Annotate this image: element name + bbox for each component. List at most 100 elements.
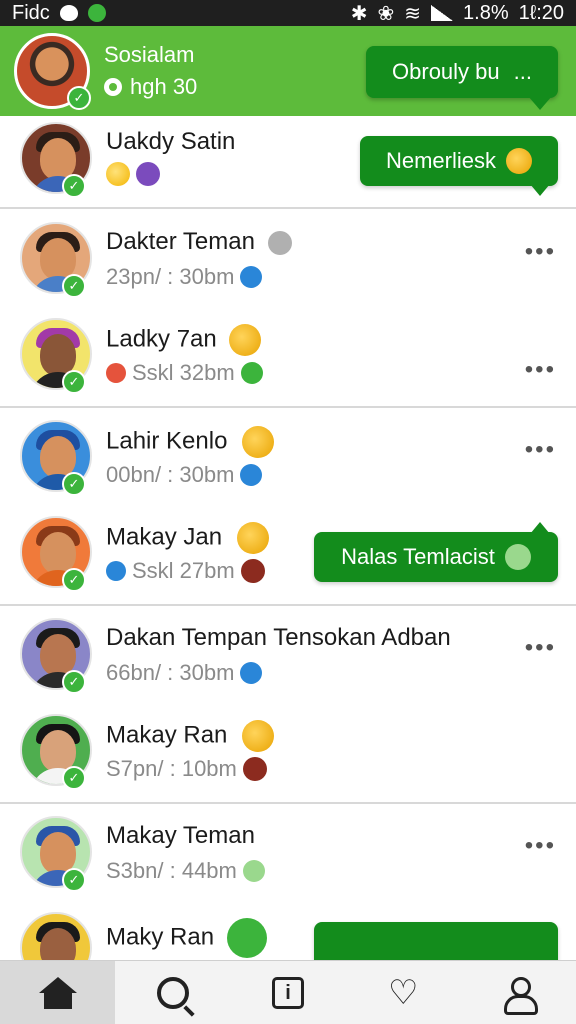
list-item[interactable]: ✓ Makay Jan Sskl 27bm Nalas Temlacist (0, 510, 576, 606)
contact-time: Sskl 32bm (132, 360, 235, 385)
list-item[interactable]: ✓ Dakter Teman 23pn/ : 30bm ••• (0, 216, 576, 312)
nav-home[interactable] (0, 961, 116, 1024)
contact-meta: 23pn/ : 30bm (106, 264, 263, 290)
list-item[interactable]: ✓ Makay Ran S7pn/ : 10bm (0, 708, 576, 804)
emoji-face-icon (242, 720, 275, 752)
contact-meta: 66bn/ : 30bm (106, 660, 263, 686)
profile-avatar[interactable]: ✓ (14, 33, 91, 110)
contact-name-text: Makay Jan (106, 523, 223, 551)
contact-meta: 00bn/ : 30bm (106, 462, 263, 488)
list-item[interactable]: ✓ Ladky 7an Sskl 32bm ••• (0, 312, 576, 408)
avatar-mini-icon (267, 230, 292, 255)
home-icon (38, 976, 77, 1009)
battery-label: 1.8% (463, 1, 509, 24)
wifi-icon: ≋ (404, 2, 422, 25)
nav-profile[interactable] (461, 961, 576, 1024)
emoji-face-icon (242, 757, 267, 781)
bubble-text: Nalas Temlacist (341, 544, 495, 569)
bear-icon (226, 918, 267, 958)
header-action-button[interactable]: Obrouly bu ... (366, 46, 558, 110)
verified-icon: ✓ (62, 472, 86, 496)
verified-icon: ✓ (62, 670, 86, 694)
contact-time: S7pn/ : 10bm (106, 756, 237, 781)
list-item[interactable]: ✓ Uakdy Satin Nemerliesk (0, 116, 576, 208)
contact-list: ✓ Uakdy Satin Nemerliesk ✓ Dakter Teman … (0, 116, 576, 984)
contact-name-text: Makay Ran (106, 721, 228, 749)
coin-icon (106, 162, 130, 186)
verified-icon: ✓ (62, 370, 86, 394)
app-title: Sosialam (104, 42, 195, 67)
emoji-face-icon (242, 426, 275, 458)
contact-meta: Sskl 32bm (106, 360, 263, 386)
more-options-icon[interactable]: ••• (525, 634, 556, 662)
check-icon (240, 662, 263, 684)
more-options-icon[interactable]: ••• (525, 436, 556, 464)
contact-name: Dakan Tempan Tensokan Adban (106, 624, 451, 651)
contact-name: Makay Teman (106, 822, 255, 849)
contact-time: S3bn/ : 44bm (106, 858, 237, 883)
check-icon (240, 464, 263, 486)
contact-meta: S7pn/ : 10bm (106, 756, 267, 782)
contact-name: Lahir Kenlo (106, 426, 275, 458)
clock-label: 1ℓ:20 (518, 1, 564, 24)
header-subtitle: hgh 30 (104, 74, 197, 100)
contact-name: Makay Ran (106, 720, 275, 752)
verified-icon: ✓ (67, 86, 91, 110)
nav-favorites[interactable]: ♡ (346, 961, 461, 1024)
check-icon (240, 362, 263, 384)
crying-face-icon (506, 148, 533, 174)
heart-icon (106, 363, 126, 383)
sync-icon: ❀ (377, 2, 395, 25)
contact-name-text: Dakter Teman (106, 228, 255, 255)
header-subtitle-text: hgh 30 (130, 74, 198, 99)
verified-icon: ✓ (62, 868, 86, 892)
user-icon (502, 976, 539, 1015)
carrier-label: Fidc (12, 1, 50, 24)
contact-name-text: Maky Ran (106, 923, 215, 951)
bottom-navigation: i ♡ (0, 960, 576, 1024)
contact-time: 00bn/ : 30bm (106, 462, 235, 487)
nav-search[interactable] (115, 961, 230, 1024)
notification-icon (59, 5, 78, 21)
contact-meta: Sskl 27bm (106, 558, 265, 584)
contact-meta (106, 162, 160, 186)
bluetooth-icon: ✱ (350, 2, 368, 25)
location-icon (104, 78, 122, 96)
contact-time: 23pn/ : 30bm (106, 264, 235, 289)
link-icon (106, 561, 126, 581)
list-item[interactable]: ✓ Dakan Tempan Tensokan Adban 66bn/ : 30… (0, 612, 576, 708)
signal-icon (431, 5, 454, 21)
list-item[interactable]: ✓ Lahir Kenlo 00bn/ : 30bm ••• (0, 414, 576, 510)
contact-name: Dakter Teman (106, 228, 292, 256)
contact-name: Uakdy Satin (106, 128, 236, 155)
verified-icon: ✓ (62, 766, 86, 790)
more-options-icon[interactable]: ••• (525, 832, 556, 860)
badge-icon (136, 162, 160, 186)
more-options-icon[interactable]: ••• (525, 356, 556, 384)
contact-name: Ladky 7an (106, 324, 262, 356)
info-icon: i (272, 976, 304, 1009)
header-action-label: Obrouly bu (392, 59, 500, 84)
check-icon (242, 860, 265, 882)
emoji-face-icon (236, 522, 269, 554)
status-bar: Fidc ✱ ❀ ≋ 1.8% 1ℓ:20 (0, 0, 576, 26)
bubble-text: Nemerliesk (385, 148, 497, 173)
avatar-mini-icon (504, 544, 531, 570)
heart-icon: ♡ (387, 973, 419, 1012)
check-icon (240, 266, 263, 288)
emoji-face-icon (229, 324, 262, 356)
emoji-face-icon (240, 559, 265, 583)
search-icon (156, 976, 189, 1009)
header-action-dots: ... (513, 59, 532, 84)
app-header: ✓ Sosialam hgh 30 Obrouly bu ... (0, 26, 576, 116)
verified-icon: ✓ (62, 568, 86, 592)
list-item[interactable]: ✓ Makay Teman S3bn/ : 44bm ••• (0, 810, 576, 906)
contact-time: 66bn/ : 30bm (106, 660, 235, 685)
contact-name: Makay Jan (106, 522, 269, 554)
nav-info[interactable]: i (230, 961, 345, 1024)
contact-name-text: Ladky 7an (106, 325, 217, 353)
message-bubble[interactable]: Nemerliesk (360, 136, 558, 196)
message-bubble[interactable]: Nalas Temlacist (314, 522, 558, 582)
verified-icon: ✓ (62, 274, 86, 298)
more-options-icon[interactable]: ••• (525, 238, 556, 266)
